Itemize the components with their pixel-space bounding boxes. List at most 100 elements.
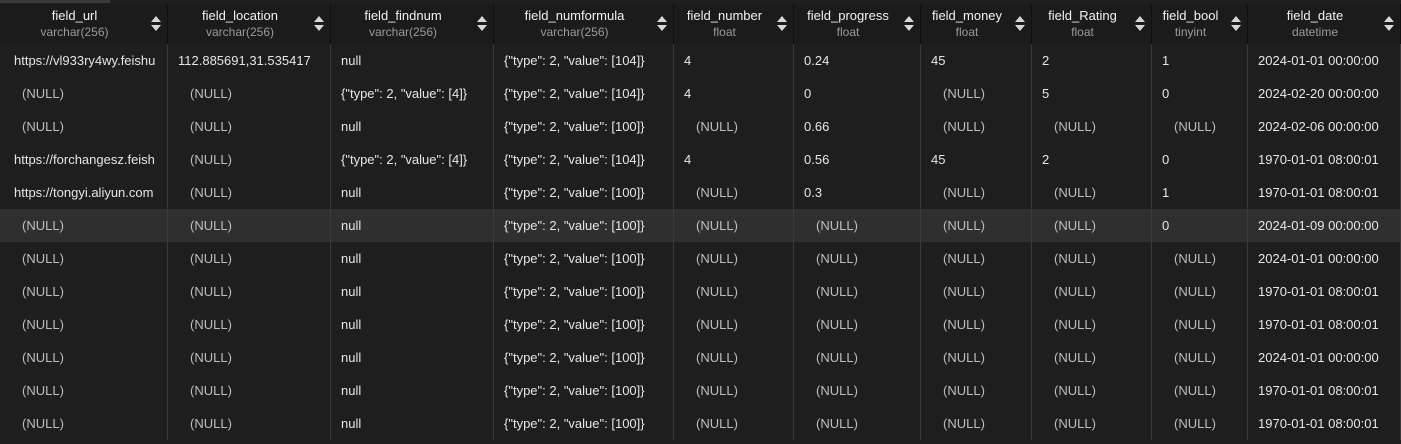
- table-row[interactable]: (NULL) (NULL) null {"type": 2, "value": [10…: [0, 341, 1401, 374]
- table-cell[interactable]: (NULL): [794, 242, 921, 275]
- table-cell[interactable]: null: [331, 209, 494, 242]
- table-cell[interactable]: 2024-01-09 00:00:00: [1248, 209, 1401, 242]
- table-cell[interactable]: (NULL): [1032, 341, 1152, 374]
- table-cell[interactable]: (NULL): [1152, 374, 1248, 407]
- table-cell[interactable]: null: [331, 242, 494, 275]
- table-cell[interactable]: (NULL): [168, 143, 331, 176]
- table-cell[interactable]: (NULL): [674, 110, 794, 143]
- column-header-field_progress[interactable]: field_progress float: [794, 4, 921, 44]
- sort-toggle-icon[interactable]: [1135, 16, 1145, 32]
- table-row[interactable]: (NULL) (NULL) {"type": 2, "value": [4]} {"t…: [0, 77, 1401, 110]
- table-cell[interactable]: (NULL): [1032, 110, 1152, 143]
- sort-toggle-icon[interactable]: [151, 16, 161, 32]
- column-header-field_location[interactable]: field_location varchar(256): [168, 4, 331, 44]
- table-cell[interactable]: 0: [1152, 143, 1248, 176]
- table-cell[interactable]: 1970-01-01 08:00:01: [1248, 275, 1401, 308]
- table-cell[interactable]: 45: [921, 143, 1032, 176]
- table-cell[interactable]: 1970-01-01 08:00:01: [1248, 176, 1401, 209]
- table-cell[interactable]: 0.56: [794, 143, 921, 176]
- table-cell[interactable]: (NULL): [1032, 275, 1152, 308]
- table-cell[interactable]: (NULL): [674, 374, 794, 407]
- table-cell[interactable]: (NULL): [168, 374, 331, 407]
- table-cell[interactable]: 2: [1032, 143, 1152, 176]
- table-cell[interactable]: {"type": 2, "value": [4]}: [331, 143, 494, 176]
- table-cell[interactable]: (NULL): [168, 77, 331, 110]
- table-cell[interactable]: (NULL): [674, 407, 794, 440]
- table-cell[interactable]: 45: [921, 44, 1032, 77]
- table-cell[interactable]: (NULL): [0, 209, 168, 242]
- table-cell[interactable]: 0.3: [794, 176, 921, 209]
- table-cell[interactable]: 1970-01-01 08:00:01: [1248, 143, 1401, 176]
- sort-toggle-icon[interactable]: [777, 16, 787, 32]
- table-cell[interactable]: {"type": 2, "value": [100]}: [494, 374, 674, 407]
- table-cell[interactable]: {"type": 2, "value": [100]}: [494, 110, 674, 143]
- table-cell[interactable]: 0.24: [794, 44, 921, 77]
- table-row[interactable]: (NULL) (NULL) null {"type": 2, "value": [10…: [0, 374, 1401, 407]
- table-cell[interactable]: (NULL): [921, 275, 1032, 308]
- table-cell[interactable]: (NULL): [1032, 374, 1152, 407]
- table-cell[interactable]: {"type": 2, "value": [104]}: [494, 44, 674, 77]
- table-cell[interactable]: {"type": 2, "value": [4]}: [331, 77, 494, 110]
- table-cell[interactable]: (NULL): [168, 275, 331, 308]
- column-header-field_date[interactable]: field_date datetime: [1248, 4, 1401, 44]
- table-cell[interactable]: (NULL): [0, 308, 168, 341]
- table-cell[interactable]: 5: [1032, 77, 1152, 110]
- sort-toggle-icon[interactable]: [314, 16, 324, 32]
- table-cell[interactable]: (NULL): [1032, 176, 1152, 209]
- table-cell[interactable]: (NULL): [794, 407, 921, 440]
- table-row[interactable]: (NULL) (NULL) null {"type": 2, "value": [10…: [0, 242, 1401, 275]
- column-header-field_bool[interactable]: field_bool tinyint: [1152, 4, 1248, 44]
- table-cell[interactable]: {"type": 2, "value": [100]}: [494, 407, 674, 440]
- table-cell[interactable]: null: [331, 308, 494, 341]
- table-cell[interactable]: {"type": 2, "value": [104]}: [494, 77, 674, 110]
- table-cell[interactable]: (NULL): [921, 341, 1032, 374]
- table-cell[interactable]: https://vl933ry4wy.feishu: [0, 44, 168, 77]
- table-cell[interactable]: (NULL): [1152, 242, 1248, 275]
- table-cell[interactable]: {"type": 2, "value": [100]}: [494, 242, 674, 275]
- table-cell[interactable]: (NULL): [168, 110, 331, 143]
- table-cell[interactable]: null: [331, 176, 494, 209]
- table-cell[interactable]: (NULL): [921, 209, 1032, 242]
- table-row[interactable]: (NULL) (NULL) null {"type": 2, "value": [10…: [0, 110, 1401, 143]
- table-cell[interactable]: (NULL): [674, 341, 794, 374]
- table-cell[interactable]: (NULL): [168, 242, 331, 275]
- table-cell[interactable]: (NULL): [1152, 341, 1248, 374]
- table-cell[interactable]: {"type": 2, "value": [100]}: [494, 308, 674, 341]
- table-cell[interactable]: (NULL): [0, 77, 168, 110]
- table-cell[interactable]: (NULL): [1152, 407, 1248, 440]
- table-cell[interactable]: null: [331, 341, 494, 374]
- table-cell[interactable]: (NULL): [168, 176, 331, 209]
- table-cell[interactable]: (NULL): [168, 209, 331, 242]
- table-cell[interactable]: (NULL): [674, 308, 794, 341]
- sort-toggle-icon[interactable]: [1384, 16, 1394, 32]
- table-cell[interactable]: 112.885691,31.535417: [168, 44, 331, 77]
- table-cell[interactable]: null: [331, 110, 494, 143]
- table-cell[interactable]: (NULL): [1152, 275, 1248, 308]
- table-cell[interactable]: (NULL): [794, 341, 921, 374]
- table-cell[interactable]: 0: [794, 77, 921, 110]
- sort-toggle-icon[interactable]: [1015, 16, 1025, 32]
- table-cell[interactable]: (NULL): [0, 275, 168, 308]
- table-cell[interactable]: (NULL): [674, 275, 794, 308]
- table-cell[interactable]: 0: [1152, 209, 1248, 242]
- table-cell[interactable]: 2024-01-01 00:00:00: [1248, 341, 1401, 374]
- table-cell[interactable]: 1970-01-01 08:00:01: [1248, 308, 1401, 341]
- table-cell[interactable]: (NULL): [674, 242, 794, 275]
- table-cell[interactable]: (NULL): [1032, 209, 1152, 242]
- table-cell[interactable]: (NULL): [794, 308, 921, 341]
- column-header-field_url[interactable]: field_url varchar(256): [0, 4, 168, 44]
- table-cell[interactable]: (NULL): [921, 77, 1032, 110]
- table-cell[interactable]: 1970-01-01 08:00:01: [1248, 407, 1401, 440]
- table-cell[interactable]: (NULL): [794, 209, 921, 242]
- table-cell[interactable]: https://tongyi.aliyun.com: [0, 176, 168, 209]
- table-cell[interactable]: {"type": 2, "value": [100]}: [494, 209, 674, 242]
- table-cell[interactable]: (NULL): [1152, 110, 1248, 143]
- table-row[interactable]: (NULL) (NULL) null {"type": 2, "value": [10…: [0, 275, 1401, 308]
- column-header-field_numformula[interactable]: field_numformula varchar(256): [494, 4, 674, 44]
- column-header-field_money[interactable]: field_money float: [921, 4, 1032, 44]
- table-cell[interactable]: (NULL): [0, 110, 168, 143]
- table-cell[interactable]: (NULL): [1032, 407, 1152, 440]
- table-cell[interactable]: (NULL): [794, 275, 921, 308]
- table-cell[interactable]: 2: [1032, 44, 1152, 77]
- table-cell[interactable]: null: [331, 407, 494, 440]
